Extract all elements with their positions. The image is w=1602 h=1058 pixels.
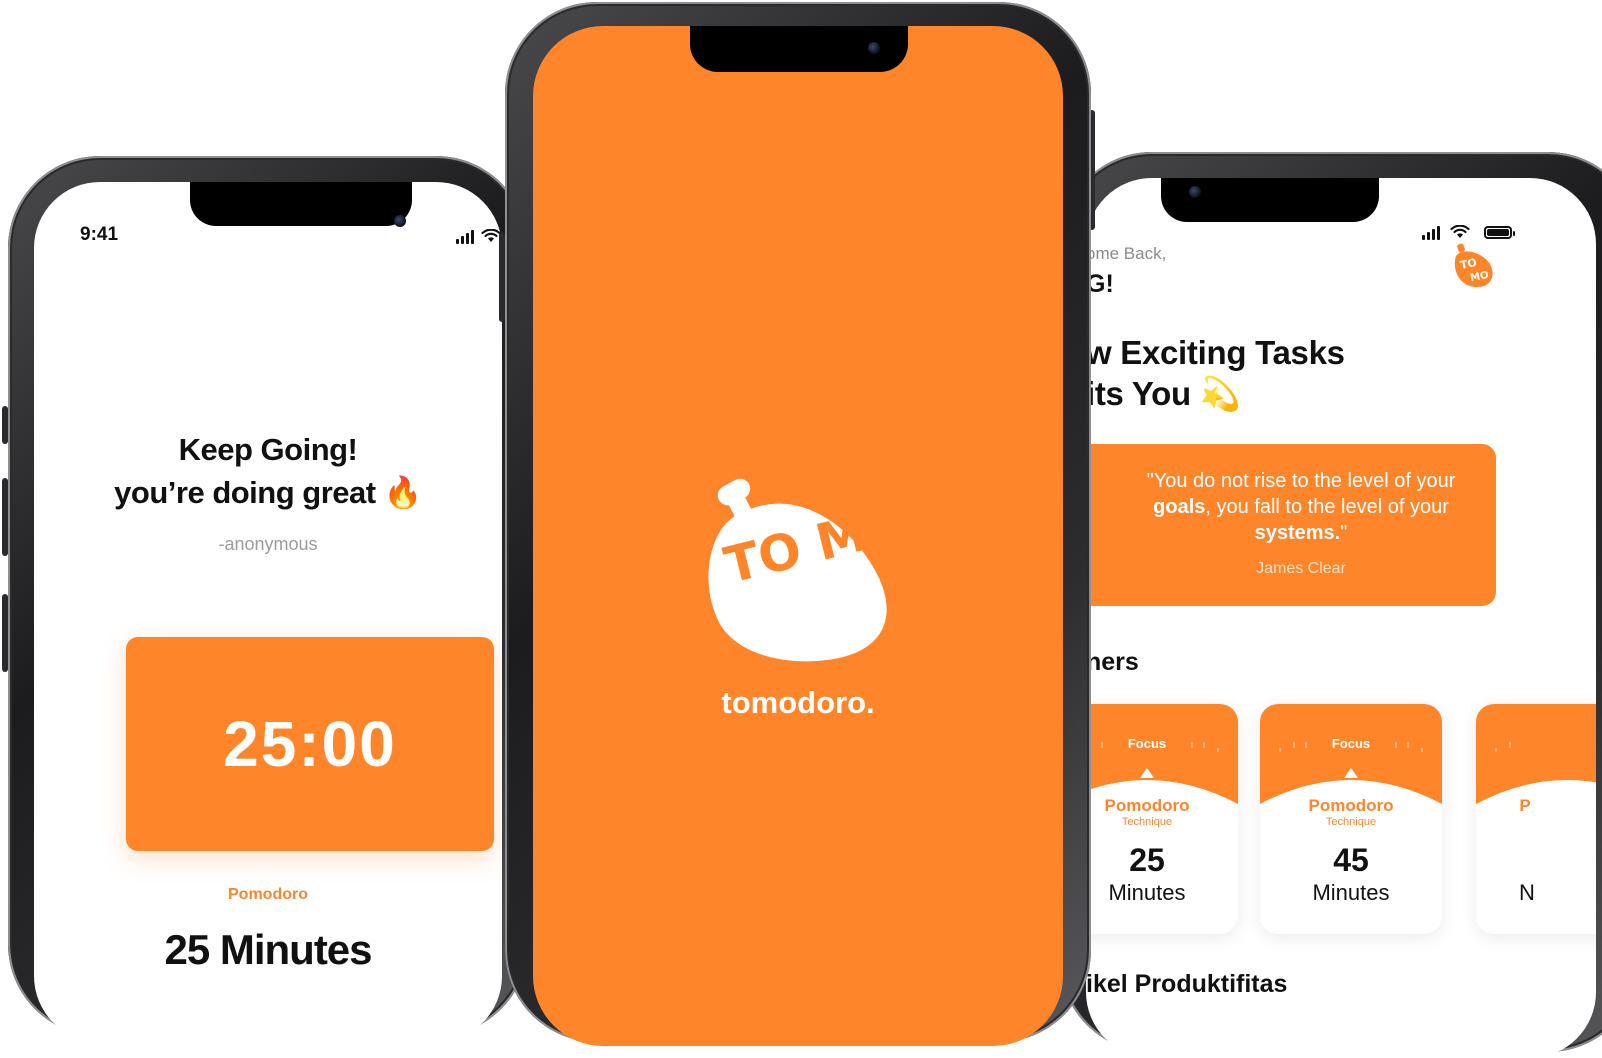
brand-name: tomodoro. [721, 685, 875, 720]
card-minutes-value: 25 [1129, 842, 1165, 878]
timer-display[interactable]: 25:00 [126, 637, 494, 851]
quote-author: James Clear [1256, 560, 1346, 577]
quote-highlight-systems: systems. [1254, 522, 1341, 544]
timer-card[interactable]: P N [1476, 704, 1596, 934]
timer-card[interactable]: Focus Pomodoro Technique 25 Minutes [1086, 704, 1238, 934]
splash-screen: TO MO tomodoro. [533, 26, 1063, 1046]
card-minutes-value: 45 [1333, 842, 1369, 878]
profile-avatar-icon[interactable]: TO MO [1450, 240, 1496, 290]
timer-screen: 9:41 Keep Going! you’re doing great 🔥 -a… [34, 182, 502, 1042]
phone-center: TO MO tomodoro. [499, 2, 1095, 1046]
motto-line-2: you’re doing great 🔥 [114, 475, 422, 510]
camera-icon [1189, 186, 1201, 198]
camera-icon [868, 42, 880, 54]
quote-highlight-goals: goals [1153, 496, 1206, 518]
timer-card[interactable]: Focus Pomodoro Technique 45 Minutes [1260, 704, 1442, 934]
card-title: P [1519, 796, 1531, 815]
quote-card: "You do not rise to the level of your go… [1086, 444, 1496, 606]
card-focus-label: Focus [1331, 736, 1371, 751]
quote-text: "You do not rise to the level of your go… [1146, 470, 1456, 544]
headline-line-1: w Exciting Tasks [1086, 334, 1345, 371]
wifi-icon [481, 229, 501, 242]
card-title: Pomodoro [1308, 796, 1394, 815]
card-subtitle: Technique [1325, 816, 1377, 828]
battery-icon [1484, 226, 1515, 239]
notch [1161, 178, 1379, 222]
card-minutes-unit: Minutes [1108, 880, 1186, 905]
headline-line-2: its You 💫 [1086, 375, 1241, 412]
status-time: 9:41 [80, 224, 119, 245]
section-timers-title: ners [1086, 648, 1139, 676]
timer-mode-label: Pomodoro [228, 886, 308, 903]
card-minutes-unit: Minutes [1312, 880, 1390, 905]
card-subtitle: Technique [1121, 816, 1173, 828]
wifi-icon [1450, 225, 1470, 238]
signal-icon [1422, 226, 1440, 240]
camera-icon [394, 215, 406, 227]
phone-left: 9:41 Keep Going! you’re doing great 🔥 -a… [2, 156, 528, 1042]
headline: w Exciting Tasks its You 💫 [1086, 332, 1345, 414]
signal-icon [456, 230, 474, 244]
timer-value: 25:00 [223, 708, 397, 780]
greeting-text: ome Back, [1086, 244, 1167, 263]
notch [690, 26, 908, 72]
home-screen: 1 ome Back, G! TO MO w Exciting Tasks it… [1086, 178, 1596, 1058]
card-focus-label: Focus [1127, 736, 1167, 751]
motto-line-1: Keep Going! [178, 432, 358, 467]
notch [190, 182, 412, 227]
timer-duration: 25 Minutes [164, 926, 372, 973]
phone-right: 1 ome Back, G! TO MO w Exciting Tasks it… [1060, 152, 1602, 1058]
tomo-logo-icon: TO MO [708, 478, 891, 662]
card-minutes-unit: N [1519, 880, 1535, 905]
motto-author: -anonymous [218, 534, 318, 554]
card-title: Pomodoro [1104, 796, 1190, 815]
section-articles-title: ikel Produktifitas [1086, 970, 1288, 998]
